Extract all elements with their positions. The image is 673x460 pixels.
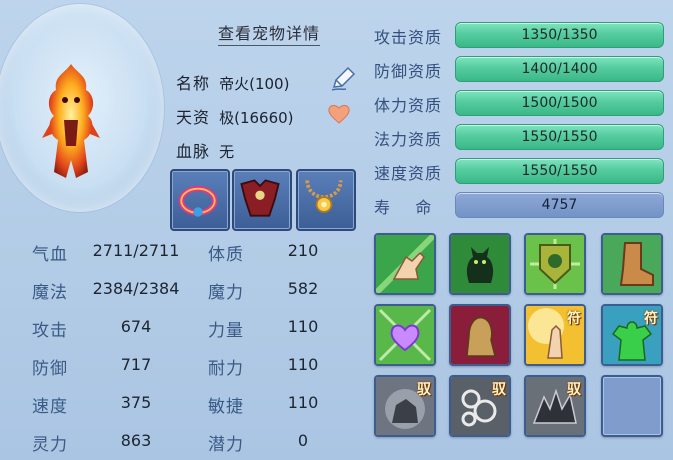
talent-value: 极(16660) (219, 109, 294, 127)
skill-slot-2[interactable] (449, 233, 511, 295)
stat-label-speed: 速度 (32, 397, 68, 417)
stat-value-mp: 2384/2384 (92, 279, 180, 298)
equipment-slot-armor[interactable] (232, 169, 292, 231)
pet-name-row: 名称 帝火(100) (176, 70, 289, 94)
stat-value-endurance: 110 (287, 355, 319, 374)
aptitude-label-defense: 防御资质 (374, 62, 443, 81)
pet-bloodline-row: 血脉 无 (176, 138, 234, 162)
stat-label-potential: 潜力 (208, 435, 244, 455)
talisman-badge: 符 (567, 311, 581, 327)
armor-icon (240, 179, 280, 217)
stat-value-constitution: 210 (287, 241, 319, 260)
skill-slot-3[interactable] (524, 233, 586, 295)
name-label: 名称 (176, 74, 211, 93)
stat-value-strength: 110 (287, 317, 319, 336)
skill-slot-empty[interactable] (601, 375, 663, 437)
pet-portrait-fire-creature (42, 64, 100, 178)
skill-slot-1[interactable] (374, 233, 436, 295)
aptitude-bar-attack: 1350/1350 (455, 22, 664, 48)
skill-heart-burst-icon (376, 306, 434, 364)
stat-label-mp: 魔法 (32, 283, 68, 303)
view-pet-details-link[interactable]: 查看宠物详情 (218, 20, 321, 46)
talisman-badge: 符 (644, 311, 658, 327)
aptitude-bar-mana: 1550/1550 (455, 124, 664, 150)
name-value: 帝火(100) (219, 75, 290, 93)
stat-label-constitution: 体质 (208, 245, 244, 265)
skill-golden-beast-icon (451, 306, 509, 364)
aptitude-bar-defense: 1400/1400 (455, 56, 664, 82)
control-badge: 驭 (417, 382, 431, 398)
stat-value-hp: 2711/2711 (92, 241, 180, 260)
equipment-slot-necklace[interactable] (296, 169, 356, 231)
pet-talent-row: 天资 极(16660) (176, 104, 294, 128)
collar-icon (178, 185, 218, 217)
heart-icon[interactable] (327, 103, 351, 125)
control-badge: 驭 (567, 382, 581, 398)
skill-slot-9[interactable]: 驭 (374, 375, 436, 437)
stat-label-spirit: 灵力 (32, 435, 68, 455)
lifespan-label: 寿 命 (374, 198, 433, 217)
stat-value-attack: 674 (120, 317, 152, 336)
stat-value-speed: 375 (120, 393, 152, 412)
rename-pencil-icon[interactable] (329, 65, 357, 93)
aptitude-label-attack: 攻击资质 (374, 28, 443, 47)
skill-slot-5[interactable] (374, 304, 436, 366)
lifespan-bar: 4757 (455, 192, 664, 218)
stat-value-defense: 717 (120, 355, 152, 374)
stat-label-defense: 防御 (32, 359, 68, 379)
skill-slot-6[interactable] (449, 304, 511, 366)
necklace-icon (305, 180, 343, 213)
aptitude-label-stamina: 体力资质 (374, 96, 443, 115)
stat-label-agility: 敏捷 (208, 397, 244, 417)
stat-label-attack: 攻击 (32, 321, 68, 341)
equipment-slot-collar[interactable] (170, 169, 230, 231)
bloodline-label: 血脉 (176, 142, 211, 161)
skill-cat-icon (451, 235, 509, 293)
control-badge: 驭 (492, 382, 506, 398)
aptitude-label-mana: 法力资质 (374, 130, 443, 149)
skill-slot-10[interactable]: 驭 (449, 375, 511, 437)
skill-slot-8[interactable]: 符 (601, 304, 663, 366)
talent-label: 天资 (176, 108, 211, 127)
skill-slot-7[interactable]: 符 (524, 304, 586, 366)
skill-pointing-hand-icon (376, 235, 434, 293)
stat-value-spirit: 863 (120, 431, 152, 450)
aptitude-bar-stamina: 1500/1500 (455, 90, 664, 116)
aptitude-bar-speed: 1550/1550 (455, 158, 664, 184)
stat-value-potential: 0 (297, 431, 309, 450)
skill-slot-4[interactable] (601, 233, 663, 295)
skill-slot-11[interactable]: 驭 (524, 375, 586, 437)
stat-value-agility: 110 (287, 393, 319, 412)
bloodline-value: 无 (219, 143, 235, 161)
aptitude-label-speed: 速度资质 (374, 164, 443, 183)
skill-boot-icon (603, 235, 661, 293)
stat-label-endurance: 耐力 (208, 359, 244, 379)
stat-label-magic-power: 魔力 (208, 283, 244, 303)
stat-label-strength: 力量 (208, 321, 244, 341)
skill-shield-emblem-icon (526, 235, 584, 293)
stat-value-magic-power: 582 (287, 279, 319, 298)
stat-label-hp: 气血 (32, 245, 68, 265)
